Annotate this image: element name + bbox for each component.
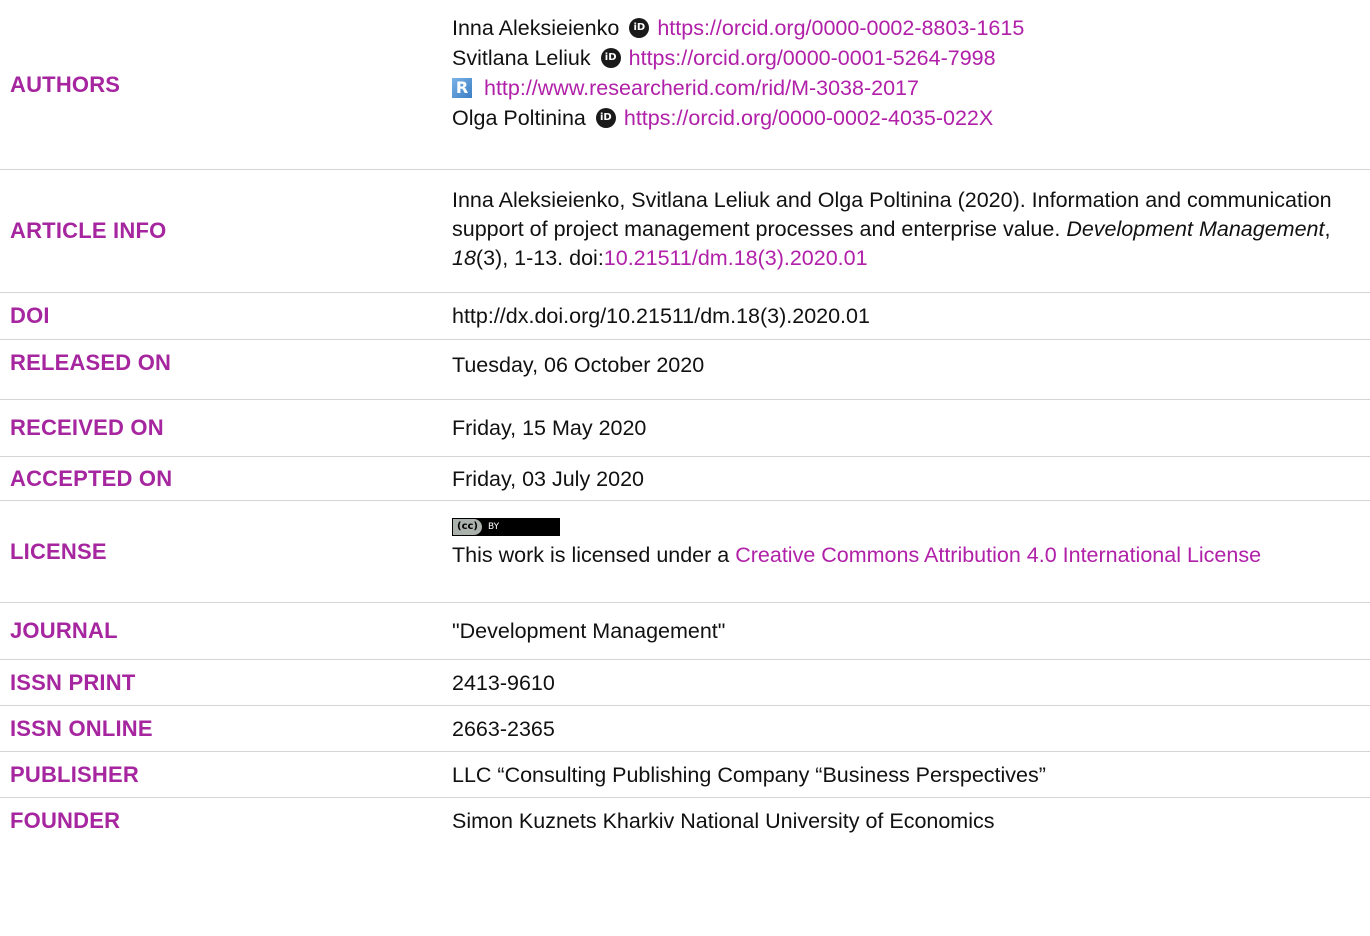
label-journal: JOURNAL bbox=[10, 618, 118, 643]
row-released-on: RELEASED ON Tuesday, 06 October 2020 bbox=[0, 340, 1370, 400]
label-license: LICENSE bbox=[10, 538, 107, 564]
issn-online-value: 2663-2365 bbox=[452, 716, 555, 741]
author-line: Olga Poltinina iD https://orcid.org/0000… bbox=[452, 103, 1360, 133]
label-accepted-on: ACCEPTED ON bbox=[10, 465, 173, 491]
citation-doi-link[interactable]: 10.21511/dm.18(3).2020.01 bbox=[604, 246, 868, 270]
received-on-value: Friday, 15 May 2020 bbox=[452, 416, 647, 440]
author-line: Svitlana Leliuk iD https://orcid.org/000… bbox=[452, 43, 1360, 73]
by-badge-text: BY bbox=[488, 522, 500, 532]
label-founder: FOUNDER bbox=[10, 808, 121, 833]
citation-volume: 18 bbox=[452, 246, 476, 270]
author-name: Inna Aleksieienko bbox=[452, 16, 620, 40]
article-metadata-table: AUTHORS Inna Aleksieienko iD https://orc… bbox=[0, 0, 1370, 844]
author-name: Olga Poltinina bbox=[452, 106, 586, 130]
citation-issue-pages: (3), 1-13. doi: bbox=[475, 246, 604, 270]
orcid-icon: iD bbox=[600, 48, 621, 68]
row-founder: FOUNDER Simon Kuznets Kharkiv National U… bbox=[0, 798, 1370, 844]
orcid-icon: iD bbox=[595, 108, 616, 128]
author-line: R http://www.researcherid.com/rid/M-3038… bbox=[452, 73, 1360, 103]
row-authors: AUTHORS Inna Aleksieienko iD https://orc… bbox=[0, 0, 1370, 170]
article-citation: Inna Aleksieienko, Svitlana Leliuk and O… bbox=[452, 170, 1370, 292]
row-issn-print: ISSN PRINT 2413-9610 bbox=[0, 660, 1370, 706]
label-publisher: PUBLISHER bbox=[10, 761, 139, 787]
citation-journal: Development Management bbox=[1066, 217, 1325, 241]
orcid-link[interactable]: https://orcid.org/0000-0002-4035-022X bbox=[624, 103, 993, 133]
row-issn-online: ISSN ONLINE 2663-2365 bbox=[0, 706, 1370, 752]
orcid-icon: iD bbox=[629, 18, 650, 38]
row-accepted-on: ACCEPTED ON Friday, 03 July 2020 bbox=[0, 457, 1370, 501]
orcid-link[interactable]: https://orcid.org/0000-0001-5264-7998 bbox=[629, 43, 996, 73]
publisher-value: LLC “Consulting Publishing Company “Busi… bbox=[452, 762, 1046, 787]
cc-badge-text: (cc) bbox=[453, 519, 482, 535]
author-line: Inna Aleksieienko iD https://orcid.org/0… bbox=[452, 13, 1360, 43]
researcherid-link[interactable]: http://www.researcherid.com/rid/M-3038-2… bbox=[484, 73, 919, 103]
label-issn-online: ISSN ONLINE bbox=[10, 715, 153, 741]
doi-value: http://dx.doi.org/10.21511/dm.18(3).2020… bbox=[452, 304, 870, 328]
license-text: This work is licensed under a bbox=[452, 543, 736, 567]
label-doi: DOI bbox=[10, 303, 50, 328]
authors-list: Inna Aleksieienko iD https://orcid.org/0… bbox=[452, 0, 1370, 169]
label-received-on: RECEIVED ON bbox=[10, 415, 164, 440]
founder-value: Simon Kuznets Kharkiv National Universit… bbox=[452, 809, 995, 833]
accepted-on-value: Friday, 03 July 2020 bbox=[452, 466, 645, 491]
researcherid-icon: R bbox=[452, 78, 472, 98]
label-issn-print: ISSN PRINT bbox=[10, 669, 136, 695]
license-statement: This work is licensed under a Creative C… bbox=[452, 540, 1360, 570]
row-publisher: PUBLISHER LLC “Consulting Publishing Com… bbox=[0, 752, 1370, 798]
author-name: Svitlana Leliuk bbox=[452, 46, 591, 70]
license-value: (cc) BY This work is licensed under a Cr… bbox=[452, 501, 1370, 602]
issn-print-value: 2413-9610 bbox=[452, 670, 555, 695]
license-link[interactable]: Creative Commons Attribution 4.0 Interna… bbox=[735, 543, 1261, 567]
orcid-link[interactable]: https://orcid.org/0000-0002-8803-1615 bbox=[657, 13, 1024, 43]
label-released-on: RELEASED ON bbox=[10, 350, 172, 375]
released-on-value: Tuesday, 06 October 2020 bbox=[452, 353, 705, 377]
citation-separator: , bbox=[1324, 217, 1331, 241]
row-journal: JOURNAL "Development Management" bbox=[0, 603, 1370, 660]
label-authors: AUTHORS bbox=[10, 71, 121, 97]
journal-value: "Development Management" bbox=[452, 619, 726, 643]
row-license: LICENSE (cc) BY This work is licensed un… bbox=[0, 501, 1370, 603]
row-article-info: ARTICLE INFO Inna Aleksieienko, Svitlana… bbox=[0, 170, 1370, 293]
cc-by-badge-icon[interactable]: (cc) BY bbox=[452, 518, 561, 536]
label-article-info: ARTICLE INFO bbox=[10, 218, 167, 243]
row-doi: DOI http://dx.doi.org/10.21511/dm.18(3).… bbox=[0, 293, 1370, 340]
row-received-on: RECEIVED ON Friday, 15 May 2020 bbox=[0, 400, 1370, 457]
